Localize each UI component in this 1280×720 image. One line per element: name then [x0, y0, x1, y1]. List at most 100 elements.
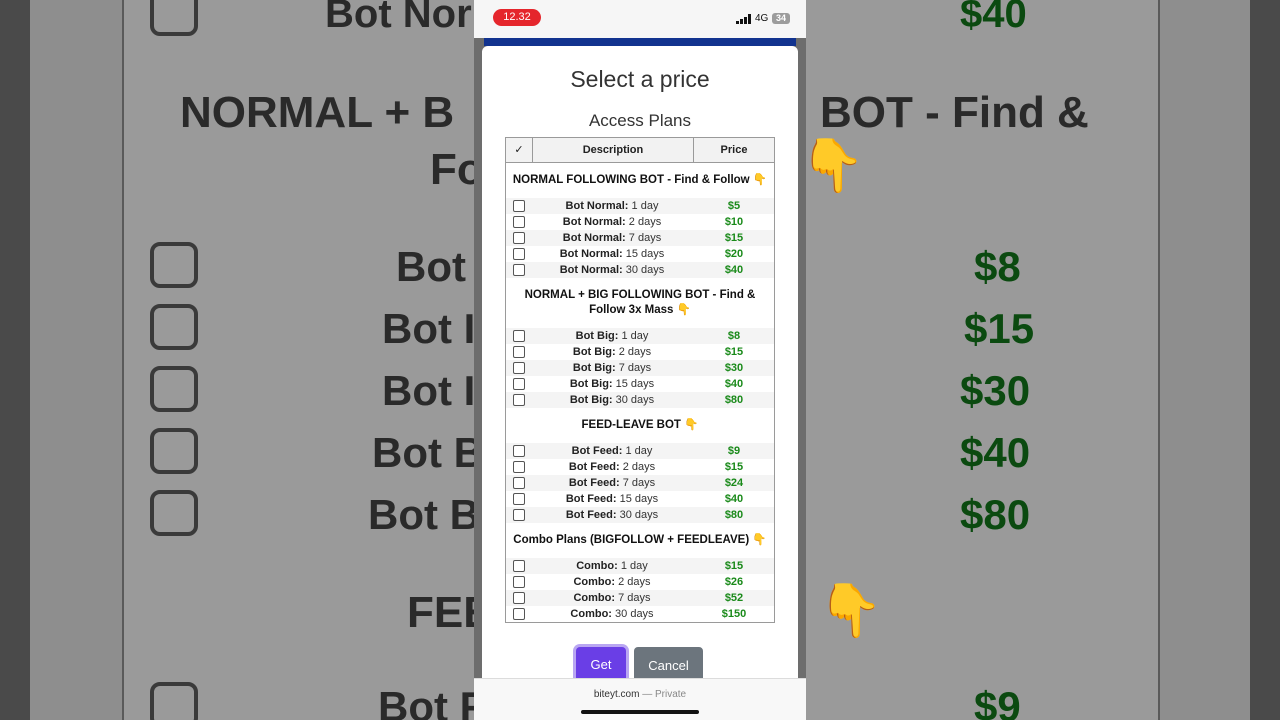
plan-price: $15	[724, 560, 744, 572]
background-checkbox	[150, 304, 198, 350]
background-label: Bot Nor	[325, 0, 472, 36]
plan-price: $20	[724, 248, 744, 260]
background-heading-right: BOT - Find &	[820, 88, 1089, 137]
background-checkbox	[150, 490, 198, 536]
plan-checkbox[interactable]	[513, 346, 525, 358]
background-row-label: Bot B	[368, 491, 480, 538]
plan-row[interactable]: Bot Feed: 30 days $80	[506, 507, 774, 523]
background-checkbox	[150, 242, 198, 288]
background-row-label: Bot F	[378, 683, 486, 720]
background-row-price: $80	[960, 491, 1031, 538]
status-bar: 12.32 4G 34	[474, 0, 806, 38]
plan-price: $15	[724, 346, 744, 358]
private-mode-label: Private	[655, 689, 687, 700]
plan-row[interactable]: Combo: 7 days $52	[506, 590, 774, 606]
background-row-price: $15	[964, 305, 1035, 352]
group-title: NORMAL FOLLOWING BOT - Find & Follow 👇	[512, 174, 768, 186]
plan-price: $24	[724, 477, 744, 489]
plan-price: $8	[727, 330, 741, 342]
plan-checkbox[interactable]	[513, 330, 525, 342]
plan-checkbox[interactable]	[513, 477, 525, 489]
plans-table: ✓ Description Price NORMAL FOLLOWING BOT…	[505, 137, 775, 623]
plan-price: $15	[724, 461, 744, 473]
background-row-label: Bot I	[382, 305, 476, 352]
plan-price: $40	[724, 378, 744, 390]
header-description: Description	[533, 138, 694, 163]
signal-icon	[736, 14, 752, 24]
table-header: ✓ Description Price	[506, 138, 774, 163]
background-row-price: $9	[974, 683, 1021, 720]
plan-checkbox[interactable]	[513, 576, 525, 588]
plan-checkbox[interactable]	[513, 264, 525, 276]
plan-price: $40	[724, 264, 744, 276]
plan-price: $150	[721, 608, 747, 620]
plan-row[interactable]: Bot Feed: 7 days $24	[506, 475, 774, 491]
plan-checkbox[interactable]	[513, 608, 525, 620]
plan-row[interactable]: Combo: 30 days $150	[506, 606, 774, 622]
plan-row[interactable]: Bot Big: 2 days $15	[506, 344, 774, 360]
background-price: $40	[960, 0, 1027, 36]
plan-checkbox[interactable]	[513, 493, 525, 505]
pointing-down-icon: 👇	[818, 582, 883, 640]
modal-title: Select a price	[570, 66, 710, 92]
plan-row[interactable]: Combo: 1 day $15	[506, 558, 774, 574]
group-title: Combo Plans (BIGFOLLOW + FEEDLEAVE) 👇	[513, 534, 767, 546]
plan-price: $15	[724, 232, 744, 244]
group-title: FEED-LEAVE BOT 👇	[581, 419, 699, 431]
background-row-label: Bot I	[382, 367, 476, 414]
background-checkbox	[150, 682, 198, 720]
plan-checkbox[interactable]	[513, 445, 525, 457]
plan-price: $5	[727, 200, 741, 212]
phone-screen: 12.32 4G 34 Select a price Access Plans …	[474, 0, 806, 720]
plan-checkbox[interactable]	[513, 509, 525, 521]
plan-row[interactable]: Bot Normal: 7 days $15	[506, 230, 774, 246]
plan-checkbox[interactable]	[513, 232, 525, 244]
plan-price: $52	[724, 592, 744, 604]
status-time: 12.32	[493, 9, 541, 26]
plan-row[interactable]: Bot Feed: 2 days $15	[506, 459, 774, 475]
plan-checkbox[interactable]	[513, 200, 525, 212]
browser-address-bar[interactable]: biteyt.com — Private	[474, 678, 806, 720]
plan-price: $26	[724, 576, 744, 588]
plan-row[interactable]: Bot Normal: 1 day $5	[506, 198, 774, 214]
plan-row[interactable]: Combo: 2 days $26	[506, 574, 774, 590]
plan-checkbox[interactable]	[513, 378, 525, 390]
plan-row[interactable]: Bot Big: 15 days $40	[506, 376, 774, 392]
plan-checkbox[interactable]	[513, 216, 525, 228]
group-title: NORMAL + BIG FOLLOWING BOT - Find & Follo…	[524, 289, 756, 316]
pointing-down-icon: 👇	[800, 137, 865, 195]
plan-checkbox[interactable]	[513, 362, 525, 374]
network-type: 4G	[755, 13, 769, 24]
header-check: ✓	[506, 138, 533, 163]
plan-checkbox[interactable]	[513, 394, 525, 406]
url-display[interactable]: biteyt.com — Private	[474, 689, 806, 700]
plan-price: $40	[724, 493, 744, 505]
background-row-label: Bot B	[372, 429, 484, 476]
page-header-strip	[484, 38, 796, 46]
background-row-price: $40	[960, 429, 1031, 476]
background-checkbox	[150, 428, 198, 474]
plan-price: $9	[727, 445, 741, 457]
plan-row[interactable]: Bot Feed: 15 days $40	[506, 491, 774, 507]
background-row-price: $30	[960, 367, 1031, 414]
plan-row[interactable]: Bot Big: 30 days $80	[506, 392, 774, 408]
plan-checkbox[interactable]	[513, 248, 525, 260]
plan-row[interactable]: Bot Big: 1 day $8	[506, 328, 774, 344]
plan-checkbox[interactable]	[513, 461, 525, 473]
plan-row[interactable]: Bot Normal: 2 days $10	[506, 214, 774, 230]
plan-row[interactable]: Bot Big: 7 days $30	[506, 360, 774, 376]
plan-price: $30	[724, 362, 744, 374]
home-indicator[interactable]	[581, 710, 699, 714]
background-checkbox	[150, 366, 198, 412]
plan-checkbox[interactable]	[513, 560, 525, 572]
plan-row[interactable]: Bot Normal: 30 days $40	[506, 262, 774, 278]
plan-row[interactable]: Bot Normal: 15 days $20	[506, 246, 774, 262]
background-row-label: Bot	[396, 243, 466, 290]
url-domain: biteyt.com	[593, 689, 640, 700]
plan-row[interactable]: Bot Feed: 1 day $9	[506, 443, 774, 459]
header-price: Price	[720, 144, 748, 156]
plan-checkbox[interactable]	[513, 592, 525, 604]
background-heading-left: NORMAL + B	[180, 88, 455, 137]
background-checkbox	[150, 0, 198, 36]
background-row-price: $8	[974, 243, 1021, 290]
